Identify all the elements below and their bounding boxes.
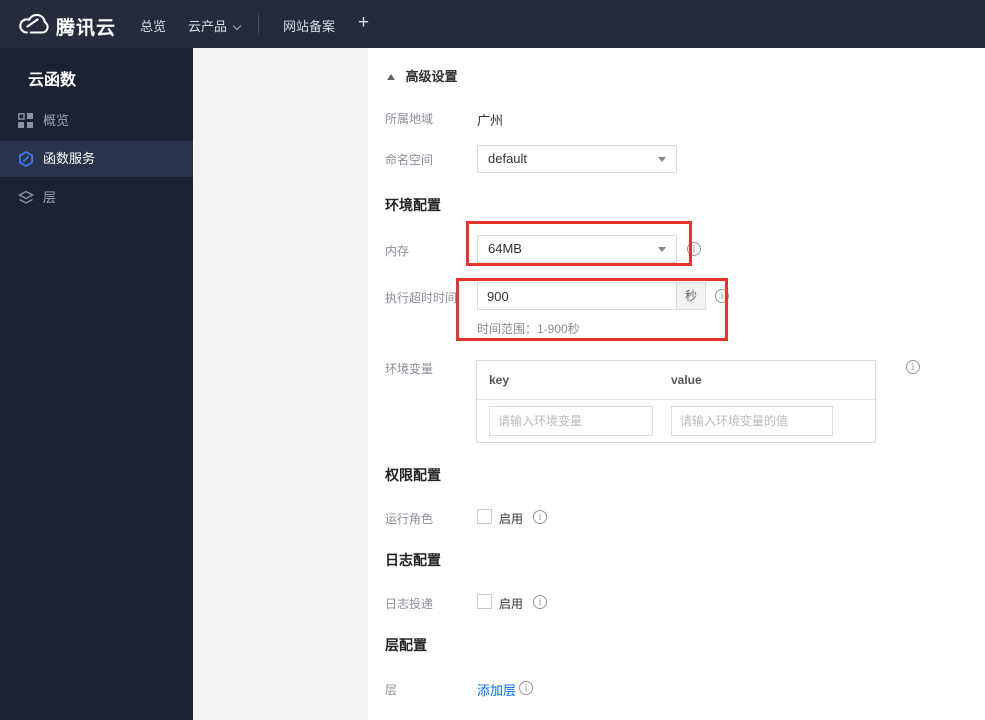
nav-overview[interactable]: 总览: [140, 16, 166, 35]
triangle-up-icon: [387, 74, 395, 80]
timeout-input[interactable]: [477, 282, 677, 310]
section-env-config: 环境配置: [385, 197, 441, 213]
env-key-header: key: [489, 373, 510, 387]
log-delivery-info-icon[interactable]: [533, 595, 547, 609]
namespace-label: 命名空间: [385, 153, 434, 167]
nav-icp[interactable]: 网站备案: [283, 16, 335, 35]
log-delivery-enable-label: 启用: [499, 597, 524, 611]
run-role-checkbox[interactable]: [477, 509, 492, 524]
sidebar-item-overview[interactable]: 概览: [0, 103, 193, 139]
memory-select[interactable]: 64MB: [477, 235, 677, 263]
nav-divider: [258, 14, 259, 34]
sidebar-item-layers[interactable]: 层: [0, 180, 193, 216]
main-content: 高级设置 所属地域 广州 命名空间 default 环境配置 内存 64MB 执…: [368, 48, 985, 720]
nav-products[interactable]: 云产品: [188, 16, 242, 35]
grid-icon: [18, 113, 33, 133]
timeout-info-icon[interactable]: [715, 289, 729, 303]
env-vars-info-icon[interactable]: [906, 360, 920, 374]
timeout-unit-addon[interactable]: 秒: [676, 282, 706, 310]
timeout-label: 执行超时时间: [385, 291, 458, 305]
brand-title[interactable]: 腾讯云: [56, 13, 116, 40]
log-delivery-checkbox[interactable]: [477, 594, 492, 609]
sidebar: 云函数 概览 函数服务 层: [0, 48, 193, 720]
caret-down-icon: [658, 247, 666, 252]
sidebar-item-label: 层: [43, 190, 57, 205]
hexagon-icon: [18, 151, 34, 172]
advanced-settings-toggle[interactable]: 高级设置: [387, 66, 457, 86]
section-layer-config: 层配置: [385, 637, 427, 653]
log-delivery-label: 日志投递: [385, 597, 434, 611]
sidebar-item-label: 函数服务: [43, 151, 96, 166]
memory-info-icon[interactable]: [687, 242, 701, 256]
region-label: 所属地域: [385, 112, 434, 126]
run-role-enable-label: 启用: [499, 512, 524, 526]
section-log-config: 日志配置: [385, 552, 441, 568]
env-value-input[interactable]: [671, 406, 833, 436]
env-value-header: value: [671, 373, 702, 387]
run-role-info-icon[interactable]: [533, 510, 547, 524]
layer-info-icon[interactable]: [519, 681, 533, 695]
section-perm-config: 权限配置: [385, 467, 441, 483]
sidebar-item-function-service[interactable]: 函数服务: [0, 141, 193, 177]
table-divider: [477, 399, 875, 400]
memory-label: 内存: [385, 244, 410, 258]
secondary-panel: [193, 48, 368, 720]
env-vars-table: key value: [476, 360, 876, 443]
region-value: 广州: [477, 113, 504, 128]
top-navbar: 腾讯云 总览 云产品 网站备案 +: [0, 0, 985, 48]
timeout-hint: 时间范围：1-900秒: [477, 322, 580, 336]
caret-down-icon: [658, 157, 666, 162]
sidebar-item-label: 概览: [43, 113, 70, 128]
add-layer-link[interactable]: 添加层: [477, 680, 516, 699]
namespace-select[interactable]: default: [477, 145, 677, 173]
run-role-label: 运行角色: [385, 512, 434, 526]
layer-label: 层: [385, 683, 398, 697]
sidebar-title: 云函数: [28, 72, 77, 89]
nav-add-tab-button[interactable]: +: [358, 12, 369, 34]
chevron-down-icon: [232, 21, 242, 31]
tencent-cloud-logo-icon[interactable]: [16, 11, 50, 42]
env-vars-label: 环境变量: [385, 362, 434, 376]
layers-icon: [18, 190, 34, 211]
env-key-input[interactable]: [489, 406, 653, 436]
